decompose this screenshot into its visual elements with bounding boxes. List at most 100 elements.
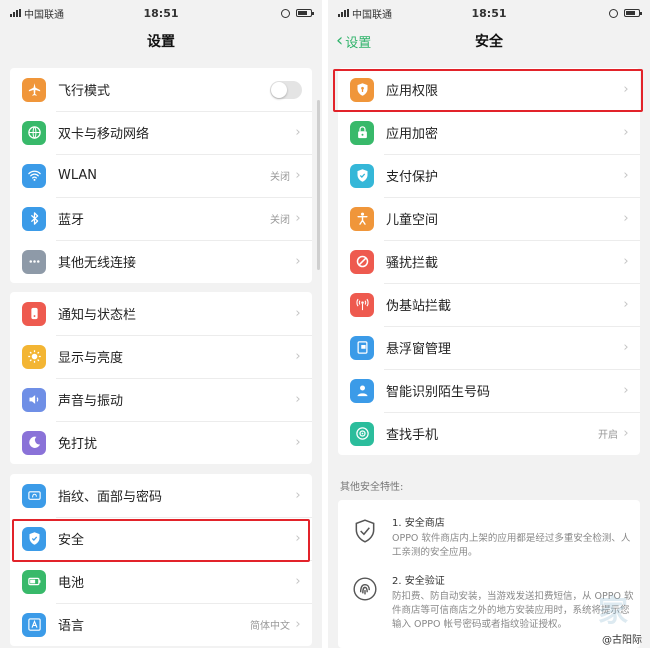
settings-item[interactable]: 指纹、面部与密码 › bbox=[10, 474, 312, 517]
settings-item-label: 安全 bbox=[58, 533, 85, 548]
settings-item[interactable]: WLAN 关闭 › bbox=[10, 154, 312, 197]
bluetooth-icon bbox=[22, 206, 46, 231]
airplane-icon bbox=[22, 77, 46, 102]
status-time: 18:51 bbox=[143, 6, 179, 20]
moon-icon bbox=[22, 430, 46, 455]
security-screen: 中国联通 18:51 ‹ 设置 安全 应用权限 › 应用加密 › 支付保护 › 儿童空间 › 骚… bbox=[328, 0, 650, 648]
chevron-right-icon: › bbox=[623, 82, 629, 97]
floating-window-icon bbox=[350, 335, 374, 360]
shield-check-outline-icon bbox=[348, 514, 382, 548]
chevron-right-icon: › bbox=[295, 254, 301, 269]
chevron-right-icon: › bbox=[295, 435, 301, 450]
settings-item-label: 查找手机 bbox=[386, 428, 439, 443]
chevron-right-icon: › bbox=[623, 340, 629, 355]
settings-group-security: 指纹、面部与密码 › 安全 › 电池 › 语言 简体中文 › bbox=[10, 474, 312, 646]
chevron-right-icon: › bbox=[295, 488, 301, 503]
brightness-icon bbox=[22, 344, 46, 369]
notification-icon bbox=[22, 301, 46, 326]
status-bar: 中国联通 18:51 bbox=[0, 0, 322, 26]
settings-item[interactable]: 悬浮窗管理 › bbox=[338, 326, 640, 369]
settings-item-label: 免打扰 bbox=[58, 437, 98, 452]
settings-item-label: 显示与亮度 bbox=[58, 351, 124, 366]
globe-icon bbox=[22, 120, 46, 145]
payment-shield-icon bbox=[350, 163, 374, 188]
settings-item-label: 智能识别陌生号码 bbox=[386, 385, 491, 400]
toggle-switch[interactable] bbox=[270, 80, 302, 99]
settings-item-label: 飞行模式 bbox=[58, 84, 111, 99]
settings-item-value: 开启 bbox=[598, 430, 618, 441]
settings-item-label: 蓝牙 bbox=[58, 213, 85, 228]
permission-shield-icon bbox=[350, 77, 374, 102]
chevron-right-icon: › bbox=[295, 306, 301, 321]
settings-item-label: 应用权限 bbox=[386, 84, 439, 99]
settings-screen: 中国联通 18:51 设置 飞行模式 双卡与移动网络 › WLAN 关闭 › 蓝牙 关闭 › 其他… bbox=[0, 0, 322, 648]
settings-item-label: 支付保护 bbox=[386, 170, 439, 185]
battery-status-icon bbox=[296, 9, 314, 17]
chevron-right-icon: › bbox=[295, 574, 301, 589]
settings-item[interactable]: 声音与振动 › bbox=[10, 378, 312, 421]
language-icon bbox=[22, 612, 46, 637]
settings-item[interactable]: 蓝牙 关闭 › bbox=[10, 197, 312, 240]
settings-item-value: 关闭 bbox=[270, 215, 290, 226]
fingerprint-outline-icon bbox=[348, 572, 382, 606]
background-watermark: 家 bbox=[598, 594, 630, 629]
settings-item[interactable]: 飞行模式 bbox=[10, 68, 312, 111]
settings-item-label: 伪基站拦截 bbox=[386, 299, 452, 314]
chevron-right-icon: › bbox=[295, 168, 301, 183]
settings-item-label: 应用加密 bbox=[386, 127, 439, 142]
chevron-right-icon: › bbox=[623, 297, 629, 312]
settings-item[interactable]: 伪基站拦截 › bbox=[338, 283, 640, 326]
page-title: 安全 bbox=[475, 34, 503, 50]
lock-icon bbox=[350, 120, 374, 145]
chevron-right-icon: › bbox=[623, 168, 629, 183]
settings-item-label: 声音与振动 bbox=[58, 394, 124, 409]
settings-item[interactable]: 其他无线连接 › bbox=[10, 240, 312, 283]
battery-icon bbox=[22, 569, 46, 594]
feature-title: 1. 安全商店 bbox=[392, 518, 445, 529]
settings-item-label: 双卡与移动网络 bbox=[58, 127, 150, 142]
chevron-right-icon: › bbox=[295, 349, 301, 364]
chevron-right-icon: › bbox=[623, 211, 629, 226]
wifi-icon bbox=[22, 163, 46, 188]
settings-item[interactable]: 显示与亮度 › bbox=[10, 335, 312, 378]
settings-item-label: 其他无线连接 bbox=[58, 256, 137, 271]
chevron-right-icon: › bbox=[623, 254, 629, 269]
settings-item[interactable]: 安全 › bbox=[10, 517, 312, 560]
settings-group-display: 通知与状态栏 › 显示与亮度 › 声音与振动 › 免打扰 › bbox=[10, 292, 312, 464]
more-dots-icon bbox=[22, 249, 46, 274]
chevron-right-icon: › bbox=[295, 125, 301, 140]
scrollbar[interactable] bbox=[317, 100, 320, 270]
security-list: 应用权限 › 应用加密 › 支付保护 › 儿童空间 › 骚扰拦截 › 伪基站拦截 › 悬浮窗管理 › 智能识… bbox=[338, 68, 640, 455]
back-button[interactable]: ‹ 设置 bbox=[336, 26, 371, 56]
watermark: @古阳际 bbox=[602, 635, 642, 646]
settings-item[interactable]: 双卡与移动网络 › bbox=[10, 111, 312, 154]
status-time: 18:51 bbox=[471, 6, 507, 20]
chevron-right-icon: › bbox=[623, 426, 629, 441]
feature-card: 1. 安全商店 OPPO 软件商店内上架的应用都是经过多重安全检测、人工亲测的安… bbox=[338, 500, 640, 648]
settings-item-label: 电池 bbox=[58, 576, 85, 591]
chevron-left-icon: ‹ bbox=[336, 30, 344, 51]
battery-status-icon bbox=[624, 9, 642, 17]
settings-item[interactable]: 免打扰 › bbox=[10, 421, 312, 464]
settings-item[interactable]: 语言 简体中文 › bbox=[10, 603, 312, 646]
settings-item[interactable]: 骚扰拦截 › bbox=[338, 240, 640, 283]
settings-item-value: 简体中文 bbox=[250, 621, 290, 632]
find-phone-icon bbox=[350, 421, 374, 446]
settings-item[interactable]: 儿童空间 › bbox=[338, 197, 640, 240]
settings-item[interactable]: 应用权限 › bbox=[338, 68, 640, 111]
settings-group-network: 飞行模式 双卡与移动网络 › WLAN 关闭 › 蓝牙 关闭 › 其他无线连接 › bbox=[10, 68, 312, 283]
navbar: ‹ 设置 安全 bbox=[328, 26, 650, 56]
antenna-icon bbox=[350, 292, 374, 317]
block-icon bbox=[350, 249, 374, 274]
settings-item[interactable]: 支付保护 › bbox=[338, 154, 640, 197]
settings-item[interactable]: 智能识别陌生号码 › bbox=[338, 369, 640, 412]
settings-item[interactable]: 查找手机 开启 › bbox=[338, 412, 640, 455]
settings-item[interactable]: 通知与状态栏 › bbox=[10, 292, 312, 335]
contact-icon bbox=[350, 378, 374, 403]
settings-item-label: WLAN bbox=[58, 168, 98, 183]
chevron-right-icon: › bbox=[295, 617, 301, 632]
settings-item[interactable]: 电池 › bbox=[10, 560, 312, 603]
section-title: 其他安全特性: bbox=[340, 482, 404, 493]
status-bar: 中国联通 18:51 bbox=[328, 0, 650, 26]
settings-item[interactable]: 应用加密 › bbox=[338, 111, 640, 154]
